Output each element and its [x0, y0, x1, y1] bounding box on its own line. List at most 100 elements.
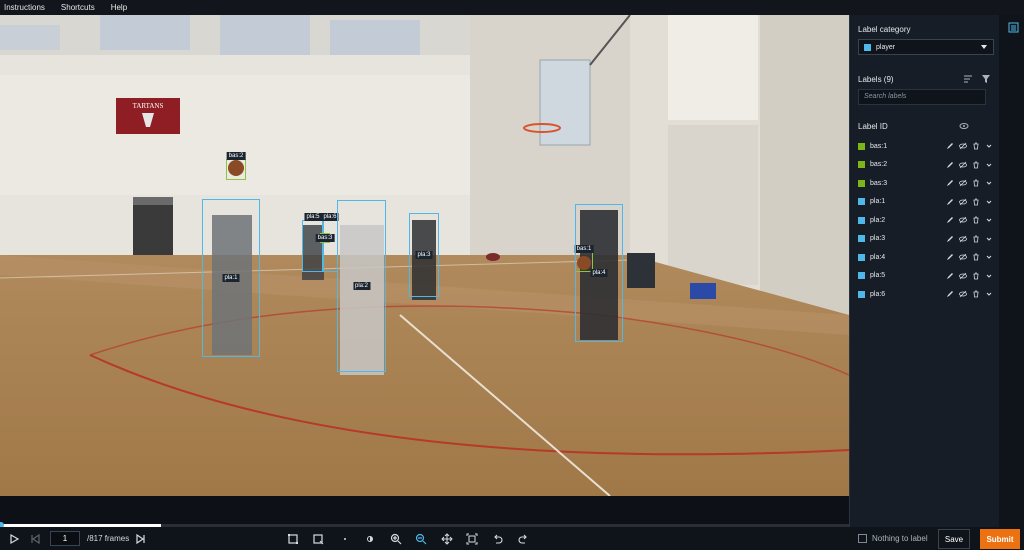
box-select-tool[interactable] [311, 532, 325, 546]
bbox-label: pla:6 [321, 213, 339, 221]
frame-total: /817 frames [87, 534, 130, 543]
skip-back-icon [31, 533, 40, 545]
edit-icon[interactable] [945, 271, 955, 281]
bounding-box-tool[interactable] [286, 532, 300, 546]
label-row[interactable]: pla:3 [858, 230, 998, 248]
dot-small-button[interactable] [338, 532, 352, 546]
chevron-down-icon[interactable] [984, 234, 994, 244]
bbox-bas-2[interactable]: bas:2 [226, 152, 246, 180]
save-button[interactable]: Save [938, 529, 970, 549]
edit-icon[interactable] [945, 178, 955, 188]
bbox-pla-6[interactable]: pla:6 [321, 213, 339, 272]
play-button[interactable] [7, 532, 21, 546]
hide-icon[interactable] [958, 252, 968, 262]
nothing-to-label[interactable]: Nothing to label [858, 534, 928, 543]
box-tool-icon [288, 534, 298, 544]
bbox-pla-4[interactable]: pla:4 [575, 204, 623, 342]
eye-icon[interactable] [959, 121, 969, 131]
delete-icon[interactable] [971, 160, 981, 170]
delete-icon[interactable] [971, 197, 981, 207]
next-frame-button[interactable] [134, 532, 148, 546]
label-row[interactable]: bas:1 [858, 137, 998, 155]
filter-icon[interactable] [981, 74, 991, 84]
chevron-down-icon[interactable] [984, 215, 994, 225]
bbox-pla-2[interactable]: pla:2 [337, 200, 386, 372]
labels-count-title: Labels (9) [858, 75, 894, 84]
label-category-title: Label category [858, 25, 911, 34]
undo-button[interactable] [491, 532, 505, 546]
bbox-pla-5[interactable]: pla:5 [302, 213, 324, 272]
brightness-button[interactable] [363, 532, 377, 546]
brightness-icon [367, 536, 373, 542]
chevron-down-icon[interactable] [984, 197, 994, 207]
label-row[interactable]: pla:5 [858, 267, 998, 285]
fit-screen-button[interactable] [465, 532, 479, 546]
chevron-down-icon[interactable] [984, 141, 994, 151]
label-row[interactable]: bas:3 [858, 174, 998, 192]
label-id: pla:5 [870, 272, 886, 279]
sort-icon[interactable] [963, 74, 973, 84]
hide-icon[interactable] [958, 234, 968, 244]
delete-icon[interactable] [971, 141, 981, 151]
hide-icon[interactable] [958, 178, 968, 188]
menu-shortcuts[interactable]: Shortcuts [61, 3, 95, 12]
hide-icon[interactable] [958, 160, 968, 170]
hide-icon[interactable] [958, 271, 968, 281]
frame-number-input[interactable]: 1 [50, 531, 80, 546]
label-color-swatch [858, 198, 865, 205]
previous-frame-button[interactable] [28, 532, 42, 546]
hide-icon[interactable] [958, 289, 968, 299]
zoom-out-button[interactable] [414, 532, 428, 546]
edit-icon[interactable] [945, 141, 955, 151]
label-row[interactable]: pla:4 [858, 248, 998, 266]
hide-icon[interactable] [958, 197, 968, 207]
edit-icon[interactable] [945, 160, 955, 170]
label-id-title: Label ID [858, 122, 888, 131]
delete-icon[interactable] [971, 252, 981, 262]
hide-icon[interactable] [958, 215, 968, 225]
play-icon [10, 533, 20, 545]
label-row[interactable]: pla:6 [858, 285, 998, 303]
bbox-bas-3[interactable]: bas:3 [315, 233, 335, 243]
edit-icon[interactable] [945, 289, 955, 299]
chevron-down-icon[interactable] [984, 178, 994, 188]
label-category-select[interactable]: player [858, 39, 994, 55]
panel-list-icon[interactable] [1008, 22, 1019, 33]
chevron-down-icon[interactable] [984, 289, 994, 299]
label-id: pla:2 [870, 216, 886, 224]
bottom-toolbar: 1 /817 frames Nothing to label Save Subm… [0, 527, 1024, 550]
chevron-down-icon[interactable] [984, 271, 994, 281]
edit-icon[interactable] [945, 252, 955, 262]
submit-button[interactable]: Submit [980, 529, 1020, 549]
chevron-down-icon [981, 45, 987, 49]
delete-icon[interactable] [971, 234, 981, 244]
nothing-to-label-text: Nothing to label [872, 534, 928, 543]
label-row[interactable]: bas:2 [858, 156, 998, 174]
video-frame[interactable]: TARTANS bas:2 pla:1 pla:5 pla:6 bas:3 pl… [0, 15, 849, 496]
move-tool[interactable] [440, 532, 454, 546]
edit-icon[interactable] [945, 215, 955, 225]
menu-help[interactable]: Help [111, 3, 127, 12]
zoom-in-button[interactable] [389, 532, 403, 546]
delete-icon[interactable] [971, 178, 981, 188]
label-row[interactable]: pla:2 [858, 211, 998, 229]
hide-icon[interactable] [958, 141, 968, 151]
edit-icon[interactable] [945, 234, 955, 244]
edit-icon[interactable] [945, 197, 955, 207]
delete-icon[interactable] [971, 271, 981, 281]
menu-instructions[interactable]: Instructions [4, 3, 45, 12]
nothing-to-label-checkbox[interactable] [858, 534, 867, 543]
delete-icon[interactable] [971, 289, 981, 299]
box-select-icon [313, 534, 324, 545]
label-id: pla:1 [870, 198, 886, 205]
bbox-pla-1[interactable]: pla:1 [202, 199, 260, 357]
chevron-down-icon[interactable] [984, 160, 994, 170]
label-row[interactable]: pla:1 [858, 193, 998, 211]
redo-button[interactable] [516, 532, 530, 546]
chevron-down-icon[interactable] [984, 252, 994, 262]
redo-icon [518, 534, 527, 544]
search-labels-input[interactable]: Search labels [858, 89, 986, 105]
delete-icon[interactable] [971, 215, 981, 225]
banner-text: TARTANS [133, 102, 164, 110]
bbox-pla-3[interactable]: pla:3 [409, 213, 439, 297]
